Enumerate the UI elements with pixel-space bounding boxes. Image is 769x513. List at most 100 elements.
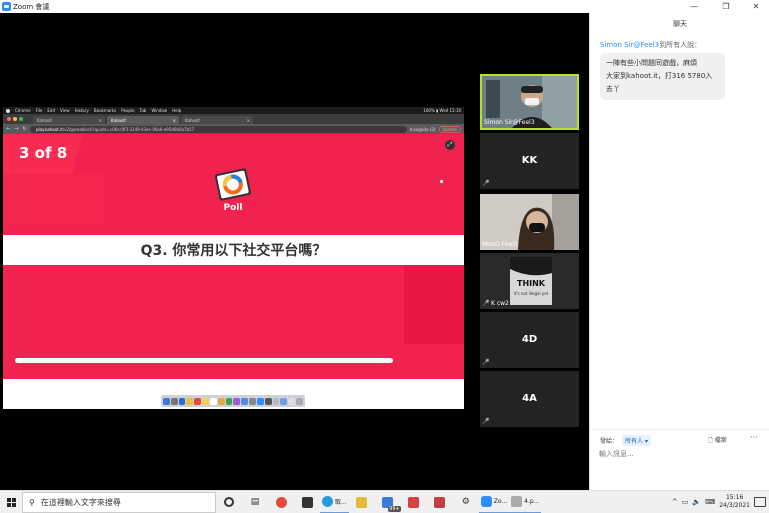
decorative-shape [404,254,464,344]
menu-window: Window [151,108,168,113]
apple-icon [6,108,10,113]
zoom-logo-icon [2,2,11,11]
forward-arrow-icon: → [14,125,19,132]
messages-icon [225,397,233,405]
menu-chrome: Chrome [15,108,31,113]
muted-mic-icon: 🎤 [482,300,490,307]
edge-taskbar-button[interactable]: 取... [320,491,349,513]
minimize-dot-icon [13,117,17,121]
safari-icon [178,397,186,405]
store-icon [301,496,313,508]
chat-title: 聊天 [673,20,687,28]
photos-taskbar-button[interactable] [427,491,453,513]
chat-sender: Simon Sir@Feel3到所有人說： [600,40,701,50]
url-field: play.kahoot.it/v2/gameblock?quizId=c06cc… [30,125,407,133]
zoom-taskbar-button[interactable]: Zo... [478,491,510,513]
participant-name: MissO Feel3 [482,241,518,248]
video-tile-simon[interactable]: Simon Sir@Feel3 [480,74,579,130]
zoom-window: Zoom 會議 — ❐ ✕ Chrome File Edit View Hist… [0,0,769,513]
mac-dock [161,395,305,407]
back-arrow-icon: ← [6,125,11,132]
window-traffic-lights [7,117,23,121]
participant-avatar-name: 4A [522,393,537,404]
explorer-taskbar-button[interactable] [349,491,375,513]
video-tile-kk[interactable]: KK 🎤 [480,133,579,189]
folder-icon [280,397,288,405]
browser-tab-3: Kahoot! ✕ [181,116,253,124]
close-button[interactable]: ✕ [746,0,766,13]
gear-icon: ⚙ [461,497,470,507]
settings-icon [249,397,256,405]
clock-time: 15:16 [725,494,744,501]
document-icon [288,397,296,405]
video-tile-4a[interactable]: 4A 🎤 [480,371,579,427]
photos-icon [217,397,225,405]
video-tile-4d[interactable]: 4D 🎤 [480,312,579,368]
think-text: THINK [517,279,546,288]
task-view-button[interactable]: ▤ [242,491,268,513]
mail-taskbar-button[interactable]: 99+ [375,491,401,513]
muted-mic-icon: 🎤 [482,359,490,366]
chat-footer: 發給： 所有人 ▾ 🗋 檔案 ··· [590,429,769,490]
question-title: Q3. 你常用以下社交平台嗎？ [3,235,464,265]
keyboard-icon[interactable]: ⌨ [705,498,715,506]
muted-mic-icon: 🎤 [482,418,490,425]
poll-icon [214,168,251,201]
app-s-icon [408,496,420,508]
tab-close-icon: ✕ [246,117,250,123]
taskbar-clock[interactable]: 15:16 24/3/2021 [719,494,750,510]
chrome-taskbar-button[interactable] [268,491,294,513]
taskbar-search[interactable]: ⚲ 在這裡輸入文字來搜尋 [22,491,216,513]
chevron-up-icon[interactable]: ^ [672,498,678,506]
menu-history: History [74,108,89,113]
terminal-icon [264,397,272,405]
restore-button[interactable]: ❐ [716,0,736,13]
menu-view: View [60,108,70,113]
app-s-taskbar-button[interactable] [401,491,427,513]
participant-name: Simon Sir@Feel3 [484,119,535,126]
send-to-label: 發給： [600,438,619,445]
volume-icon[interactable]: 🔈 [692,498,701,506]
chat-message: 一陣有些小問題同遊戲，麻煩 大家到kahoot.it，打316 5780入 去丫 [600,53,725,100]
mouse-cursor-icon [440,180,443,183]
file-button[interactable]: 🗋 檔案 [708,435,727,446]
settings-taskbar-button[interactable]: ⚙ [453,491,479,513]
recipient-dropdown[interactable]: 所有人 ▾ [622,435,651,446]
browser-tab-2: Kahoot! ✕ [107,116,179,124]
finder-icon [163,397,170,405]
video-tile-kcw2[interactable]: THINK it's not illegal yet 🎤 K cw2 [480,253,579,309]
system-tray: ^ ▭ 🔈 ⌨ 15:16 24/3/2021 [672,491,769,513]
notification-icon[interactable] [754,497,766,507]
reload-icon: ↻ [22,125,27,132]
mail-badge: 99+ [388,505,401,512]
timer-progress-bar [15,358,393,363]
video-gallery: Simon Sir@Feel3 KK 🎤 MissO Feel3 THINK i… [476,13,589,490]
task-view-icon: ▤ [250,497,260,507]
pdf-taskbar-button[interactable]: 4.p... [509,491,542,513]
recipient-text: 到所有人說： [659,41,702,49]
send-to-row: 發給： 所有人 ▾ [600,435,651,446]
minimize-button[interactable]: — [684,0,704,13]
cortana-button[interactable] [216,491,242,513]
incognito-indicator: Incognito (2) [410,126,436,132]
menu-file: File [35,108,43,113]
chat-input[interactable] [599,448,759,460]
poll-label: Poll [223,203,243,213]
decorative-shape [3,174,103,224]
shared-screen: Chrome File Edit View History Bookmarks … [0,13,476,490]
chevron-down-icon: ▾ [644,438,648,445]
store-taskbar-button[interactable] [294,491,320,513]
browser-tab-1: Kahoot! ✕ [33,116,105,124]
network-icon[interactable]: ▭ [682,498,689,506]
title-bar: Zoom 會議 — ❐ ✕ [0,0,769,13]
tab-close-icon: ✕ [98,117,102,123]
close-dot-icon [7,117,11,121]
appstore-icon [241,397,249,405]
more-options-button[interactable]: ··· [750,433,758,442]
mac-status-area: 100% ▮ Wed 15:16 [423,108,461,113]
start-button[interactable] [0,491,22,513]
video-tile-misso[interactable]: MissO Feel3 [480,194,579,250]
launchpad-icon [170,397,178,405]
search-placeholder: 在這裡輸入文字來搜尋 [40,497,121,507]
muted-mic-icon: 🎤 [482,180,490,187]
